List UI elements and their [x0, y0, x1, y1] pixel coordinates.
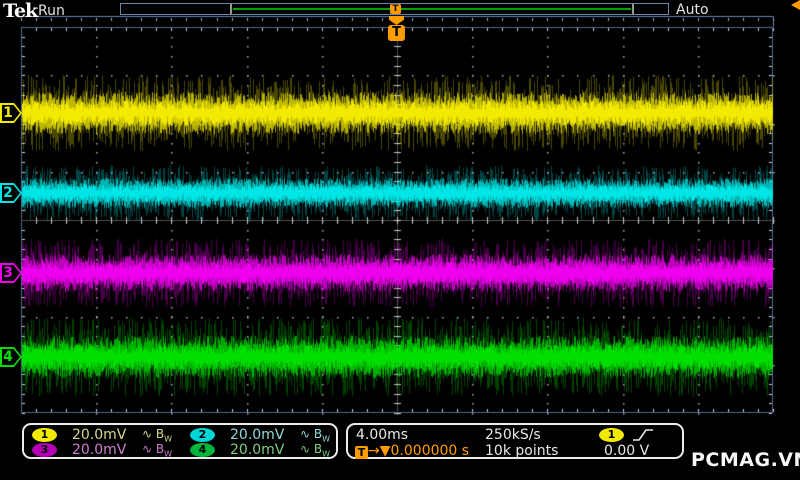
record-length: 10k points	[485, 443, 558, 459]
sample-rate: 250kS/s	[485, 427, 541, 443]
channel-3-readout: 3 20.0mV ∿ BW	[32, 442, 182, 458]
channel-1-scale: 20.0mV	[72, 427, 126, 443]
channel-2-coupling-bandwidth-icon: ∿ BW	[300, 427, 330, 443]
channel-4-badge: 4	[190, 443, 215, 457]
trigger-position-flag-icon: T	[388, 25, 405, 41]
oscilloscope-screen: Tek Run T Auto T 1 2 3 4 1 20.0mV	[0, 0, 800, 480]
channel-1-coupling-bandwidth-icon: ∿ BW	[142, 427, 172, 443]
channel-readout-box: 1 20.0mV ∿ BW 2 20.0mV ∿ BW 3 20.0mV ∿ B…	[22, 423, 338, 459]
channel-3-coupling-bandwidth-icon: ∿ BW	[142, 442, 172, 458]
channel-4-coupling-bandwidth-icon: ∿ BW	[300, 442, 330, 458]
trigger-position-readout: T→▼0.000000 s	[355, 443, 469, 459]
channel-3-marker-label: 3	[1, 264, 15, 282]
channel-2-readout: 2 20.0mV ∿ BW	[190, 427, 340, 443]
trigger-t-icon: T	[355, 446, 368, 459]
record-view-left-bracket	[230, 4, 232, 14]
channel-3-marker: 3	[0, 263, 22, 283]
channel-2-marker-label: 2	[1, 184, 15, 202]
watermark: PCMAG.VN	[691, 449, 800, 471]
channel-2-scale: 20.0mV	[230, 427, 284, 443]
tek-logo: Tek	[3, 0, 37, 22]
channel-1-marker-label: 1	[1, 104, 15, 122]
channel-4-marker-label: 4	[1, 348, 15, 366]
record-view-trace	[233, 8, 631, 10]
channel-1-badge: 1	[32, 428, 57, 442]
horizontal-trigger-readout-box: 4.00ms 250kS/s 1 T→▼0.000000 s 10k point…	[346, 423, 684, 459]
channel-4-marker: 4	[0, 347, 22, 367]
channel-2-badge: 2	[190, 428, 215, 442]
timebase-scale: 4.00ms	[356, 427, 408, 443]
channel-2-marker: 2	[0, 183, 22, 203]
record-view-bar: T	[120, 3, 669, 15]
record-view-right-bracket	[632, 4, 634, 14]
channel-1-marker: 1	[0, 103, 22, 123]
channel-4-readout: 4 20.0mV ∿ BW	[190, 442, 340, 458]
trigger-source-badge: 1	[599, 428, 624, 442]
acquisition-status: Run	[38, 3, 65, 19]
record-view-trigger-marker-icon: T	[390, 4, 401, 14]
waveform-display	[0, 0, 800, 480]
channel-3-badge: 3	[32, 443, 57, 457]
trigger-mode-label: Auto	[676, 2, 709, 18]
channel-1-readout: 1 20.0mV ∿ BW	[32, 427, 182, 443]
channel-4-scale: 20.0mV	[230, 442, 284, 458]
channel-3-scale: 20.0mV	[72, 442, 126, 458]
trigger-level-readout: 0.00 V	[604, 443, 649, 459]
